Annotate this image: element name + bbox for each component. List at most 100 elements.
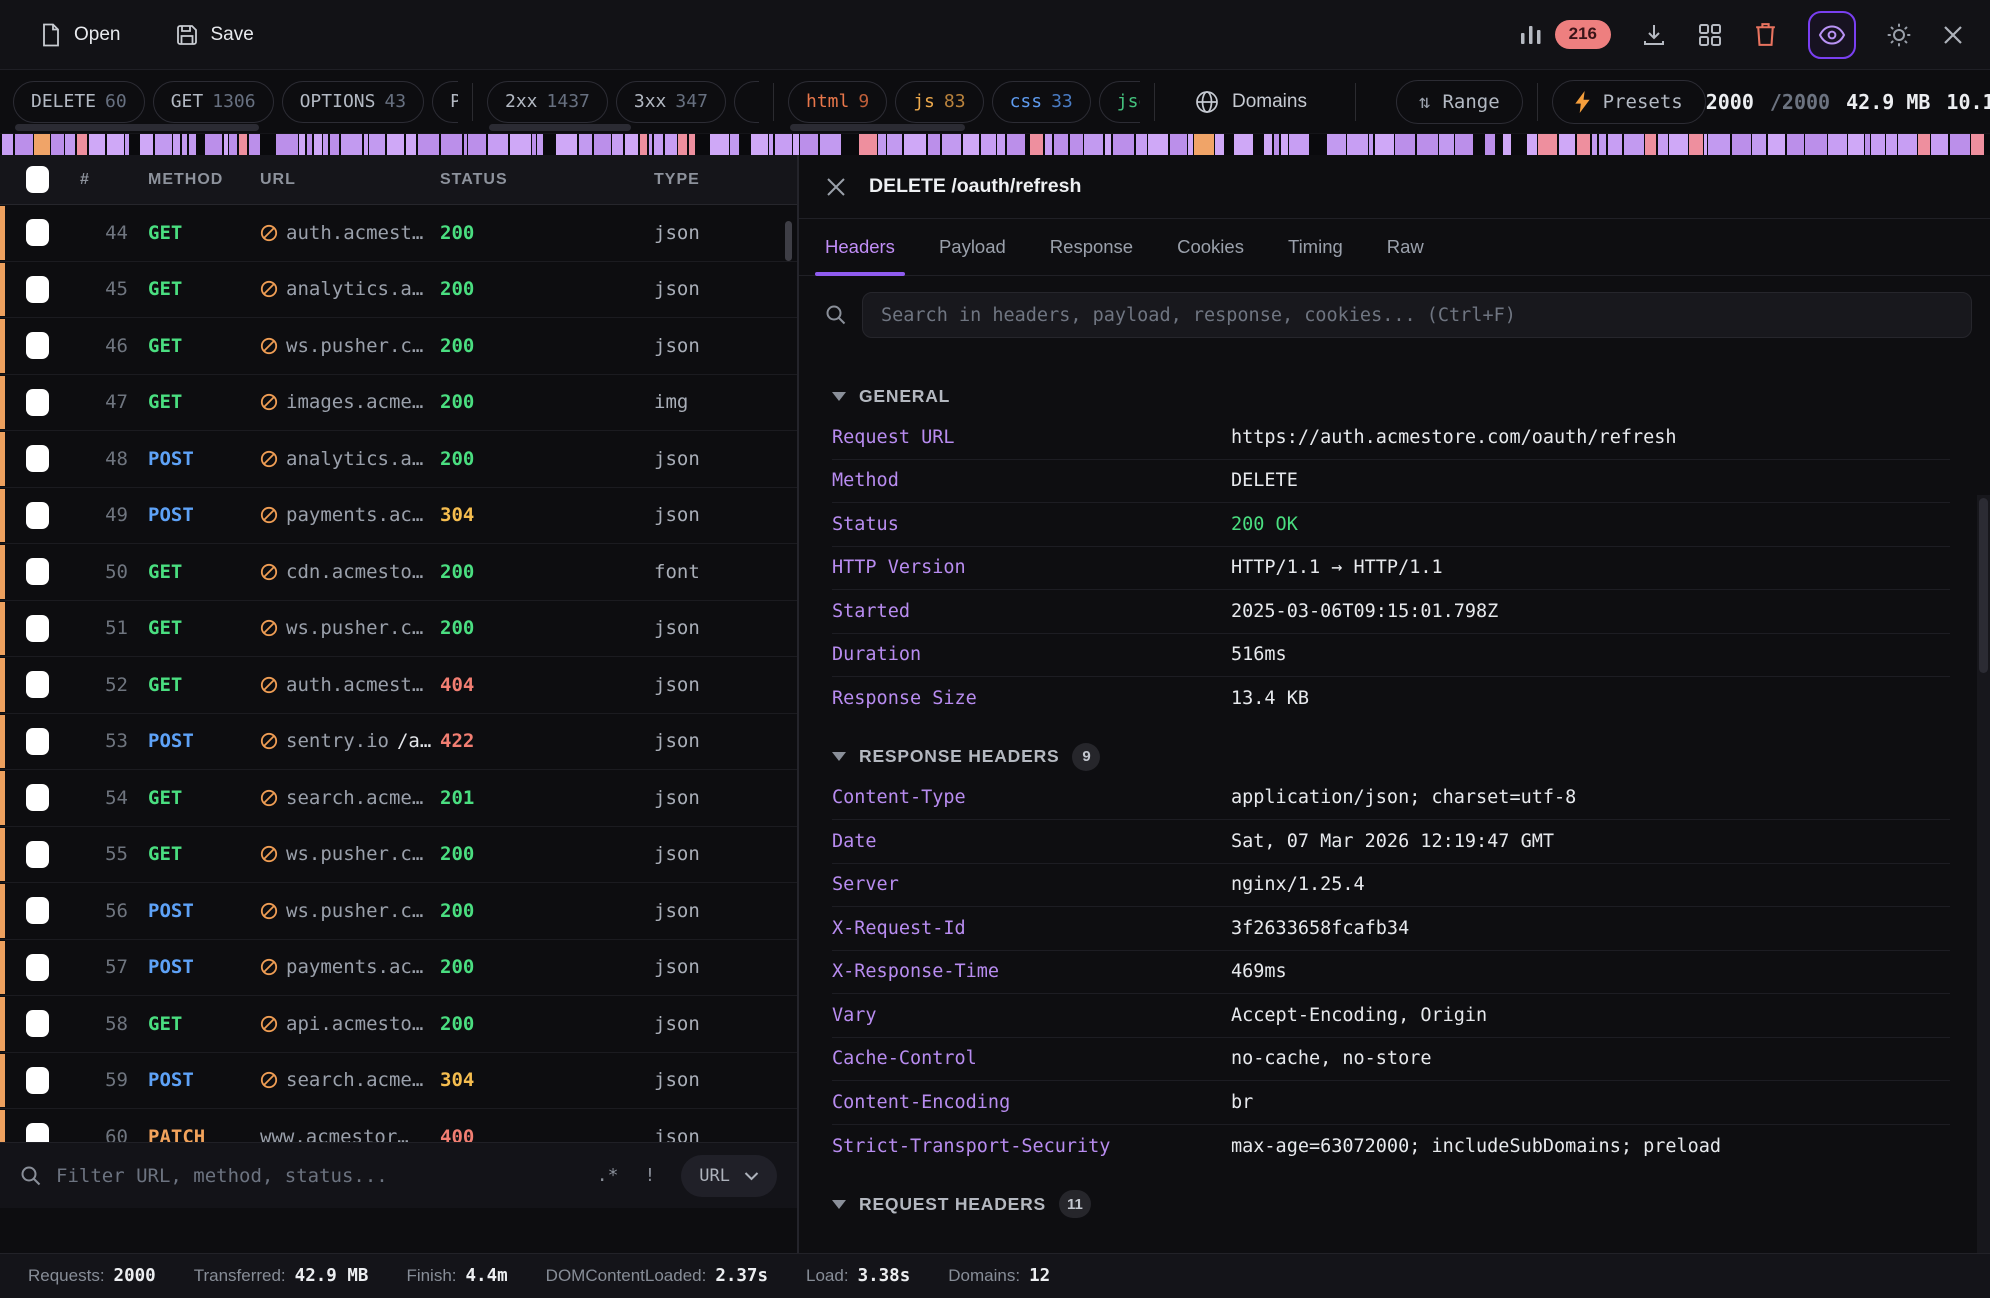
table-row[interactable]: 59POSTsearch.acme…304json [0, 1053, 797, 1110]
row-checkbox[interactable] [26, 841, 49, 868]
table-row[interactable]: 52GETauth.acmest…404json [0, 657, 797, 714]
table-row[interactable]: 58GETapi.acmesto…200json [0, 996, 797, 1053]
row-checkbox[interactable] [26, 276, 49, 303]
row-checkbox[interactable] [26, 1010, 49, 1037]
statusbar-item: DOMContentLoaded:2.37s [546, 1266, 768, 1286]
row-checkbox[interactable] [26, 332, 49, 359]
timeline-bar [15, 134, 33, 155]
row-type: json [654, 900, 797, 922]
filter-chip-options[interactable]: OPTIONS43 [282, 81, 425, 123]
table-scrollbar-thumb[interactable] [785, 221, 792, 261]
save-button[interactable]: Save [176, 24, 253, 46]
filter-chip-html[interactable]: html9 [788, 81, 887, 123]
section-header-response-headers[interactable]: RESPONSE HEADERS9 [832, 737, 1950, 777]
row-checkbox[interactable] [26, 1067, 49, 1094]
timeline-bar [1194, 134, 1214, 155]
row-number: 56 [62, 900, 128, 922]
filter-field-selector[interactable]: URL [681, 1155, 777, 1197]
tab-response[interactable]: Response [1050, 219, 1133, 275]
blocked-icon [260, 789, 278, 807]
row-checkbox[interactable] [26, 671, 49, 698]
row-checkbox[interactable] [26, 502, 49, 529]
section-header-request-headers[interactable]: REQUEST HEADERS11 [832, 1184, 1950, 1224]
row-checkbox[interactable] [26, 784, 49, 811]
filter-chip-3xx[interactable]: 3xx347 [616, 81, 726, 123]
detail-scrollbar-track[interactable] [1977, 495, 1990, 1253]
timeline-bar [182, 134, 187, 155]
close-window-icon[interactable] [1942, 24, 1964, 46]
close-detail-icon[interactable] [825, 176, 847, 198]
row-checkbox[interactable] [26, 897, 49, 924]
download-icon[interactable] [1641, 22, 1667, 48]
table-row[interactable]: 45GETanalytics.a…200json [0, 262, 797, 319]
table-row[interactable]: 51GETws.pusher.c…200json [0, 601, 797, 658]
trash-icon[interactable] [1753, 21, 1778, 48]
table-row[interactable]: 53POSTsentry.io/a…422json [0, 714, 797, 771]
filter-chip-js[interactable]: js83 [895, 81, 983, 123]
table-row[interactable]: 48POSTanalytics.a…200json [0, 431, 797, 488]
section-header-general[interactable]: GENERAL [832, 376, 1950, 416]
header-value: HTTP/1.1 → HTTP/1.1 [1231, 557, 1443, 578]
col-type: TYPE [654, 171, 797, 189]
table-filter-input[interactable] [56, 1165, 571, 1187]
regex-toggle[interactable]: .* [597, 1165, 619, 1186]
header-value: nginx/1.25.4 [1231, 874, 1365, 895]
filter-chip-p[interactable]: P [432, 81, 458, 123]
table-row[interactable]: 49POSTpayments.ac…304json [0, 488, 797, 545]
tab-cookies[interactable]: Cookies [1177, 219, 1244, 275]
header-name: Duration [832, 644, 1231, 665]
table-row[interactable]: 47GETimages.acme…200img [0, 375, 797, 432]
negate-toggle[interactable]: ! [644, 1165, 655, 1186]
row-checkbox[interactable] [26, 389, 49, 416]
section-title: GENERAL [859, 386, 950, 407]
timeline-bar [1624, 134, 1644, 155]
domains-button[interactable]: Domains [1195, 90, 1307, 114]
filter-chip-json[interactable]: json1508 [1099, 81, 1140, 123]
open-button[interactable]: Open [40, 23, 120, 47]
table-row[interactable]: 57POSTpayments.ac…200json [0, 940, 797, 997]
table-row[interactable]: 44GETauth.acmest…200json [0, 205, 797, 262]
timeline-bar [2, 134, 13, 155]
request-timeline-strip[interactable] [0, 134, 1990, 155]
row-checkbox[interactable] [26, 558, 49, 585]
presets-button[interactable]: Presets [1552, 80, 1706, 124]
search-icon [20, 1165, 42, 1187]
select-all-checkbox[interactable] [26, 166, 49, 193]
tab-raw[interactable]: Raw [1387, 219, 1424, 275]
range-button[interactable]: ⇅ Range [1396, 80, 1523, 124]
tab-headers[interactable]: Headers [825, 219, 895, 275]
bar-chart-icon[interactable] [1519, 24, 1543, 46]
filter-chip-2xx[interactable]: 2xx1437 [487, 81, 608, 123]
grid-layout-icon[interactable] [1697, 22, 1723, 48]
requests-count-badge: 216 [1555, 20, 1611, 48]
row-number: 54 [62, 787, 128, 809]
table-row[interactable]: 46GETws.pusher.c…200json [0, 318, 797, 375]
timeline-bar [1689, 134, 1703, 155]
filter-chip-css[interactable]: css33 [992, 81, 1091, 123]
tab-timing[interactable]: Timing [1288, 219, 1343, 275]
filter-chip-delete[interactable]: DELETE60 [13, 81, 145, 123]
timeline-bar [1455, 134, 1473, 155]
theme-brightness-icon[interactable] [1886, 22, 1912, 48]
row-checkbox[interactable] [26, 954, 49, 981]
table-row[interactable]: 56POSTws.pusher.c…200json [0, 883, 797, 940]
tab-payload[interactable]: Payload [939, 219, 1006, 275]
row-checkbox[interactable] [26, 728, 49, 755]
row-checkbox[interactable] [26, 445, 49, 472]
detail-search-input[interactable] [881, 305, 1953, 326]
timeline-bar [556, 134, 577, 155]
timeline-bar [323, 134, 328, 155]
table-row[interactable]: 55GETws.pusher.c…200json [0, 827, 797, 884]
detail-scrollbar-thumb[interactable] [1979, 498, 1988, 673]
filter-chip-get[interactable]: GET1306 [153, 81, 274, 123]
row-status: 200 [440, 617, 654, 639]
filter-chip-partial[interactable] [734, 81, 759, 123]
col-status: STATUS [440, 171, 654, 189]
header-name: Method [832, 470, 1231, 491]
timeline-bar [1669, 134, 1688, 155]
row-checkbox[interactable] [26, 219, 49, 246]
row-checkbox[interactable] [26, 615, 49, 642]
table-row[interactable]: 50GETcdn.acmesto…200font [0, 544, 797, 601]
table-row[interactable]: 54GETsearch.acme…201json [0, 770, 797, 827]
preview-toggle-button[interactable] [1808, 11, 1856, 59]
